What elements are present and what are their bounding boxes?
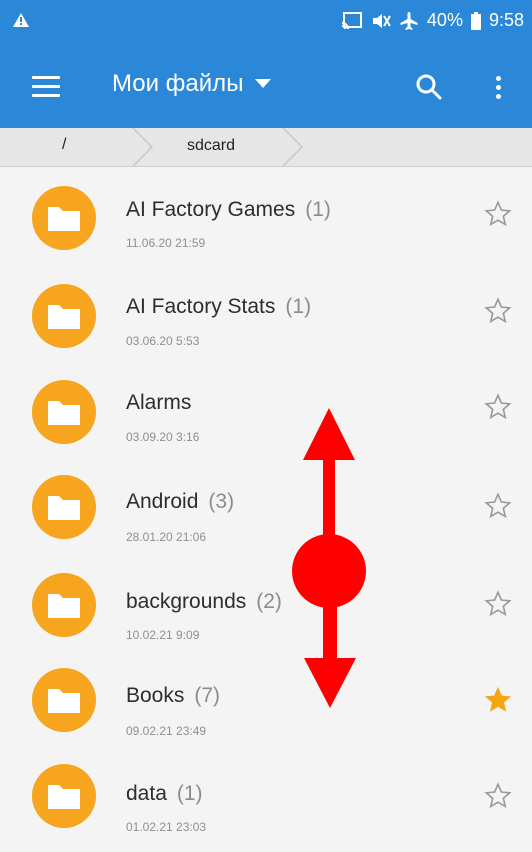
list-item[interactable]: AI Factory Stats (1) 03.06.20 5:53 (0, 266, 532, 362)
list-item[interactable]: Alarms 03.09.20 3:16 (0, 362, 532, 458)
file-date: 03.09.20 3:16 (126, 430, 200, 444)
status-bar: 40% 9:58 (0, 0, 532, 46)
file-name: data (1) (126, 782, 203, 805)
star-filled-icon[interactable] (484, 686, 512, 714)
list-item[interactable]: data (1) 01.02.21 23:03 (0, 746, 532, 842)
folder-icon (32, 573, 96, 637)
folder-icon (32, 284, 96, 348)
list-item[interactable]: backgrounds (2) 10.02.21 9:09 (0, 554, 532, 650)
app-title: Мои файлы (112, 70, 244, 97)
path-breadcrumb: / sdcard (0, 128, 532, 167)
file-name: Android (3) (126, 490, 235, 513)
status-time: 9:58 (488, 10, 524, 30)
file-name: backgrounds (2) (126, 590, 282, 613)
folder-icon (32, 764, 96, 828)
star-outline-icon[interactable] (484, 393, 512, 421)
folder-icon (32, 380, 96, 444)
star-outline-icon[interactable] (484, 200, 512, 228)
breadcrumb-separator-icon (132, 128, 154, 166)
more-vert-icon[interactable] (488, 72, 508, 102)
file-date: 03.06.20 5:53 (126, 334, 200, 348)
menu-icon[interactable] (32, 76, 62, 98)
list-item[interactable]: AI Factory Games (1) 11.06.20 21:59 (0, 170, 532, 266)
battery-icon (470, 11, 481, 30)
star-outline-icon[interactable] (484, 492, 512, 520)
file-name: AI Factory Stats (1) (126, 295, 312, 318)
folder-icon (32, 668, 96, 732)
breadcrumb-root[interactable]: / (62, 136, 66, 154)
warning-icon (13, 13, 29, 27)
mute-icon (372, 13, 391, 28)
title-dropdown[interactable]: Мои файлы (112, 70, 272, 98)
folder-icon (32, 475, 96, 539)
battery-percent: 40% (426, 10, 463, 30)
file-date: 11.06.20 21:59 (126, 236, 206, 250)
file-date: 01.02.21 23:03 (126, 820, 207, 834)
file-name: AI Factory Games (1) (126, 198, 331, 221)
star-outline-icon[interactable] (484, 782, 512, 810)
dropdown-arrow-icon (255, 79, 272, 88)
file-date: 09.02.21 23:49 (126, 724, 207, 738)
breadcrumb-separator-icon (282, 128, 304, 166)
list-item[interactable]: Books (7) 09.02.21 23:49 (0, 650, 532, 746)
airplane-icon (400, 11, 418, 30)
folder-icon (32, 186, 96, 250)
file-name: Alarms (126, 391, 192, 414)
star-outline-icon[interactable] (484, 297, 512, 325)
star-outline-icon[interactable] (484, 590, 512, 618)
list-item[interactable]: Android (3) 28.01.20 21:06 (0, 458, 532, 554)
file-name: Books (7) (126, 684, 221, 707)
app-bar: Мои файлы (0, 46, 532, 128)
search-icon[interactable] (414, 72, 444, 102)
file-date: 10.02.21 9:09 (126, 628, 200, 642)
file-date: 28.01.20 21:06 (126, 530, 207, 544)
cast-icon (341, 11, 362, 29)
breadcrumb-sdcard[interactable]: sdcard (187, 137, 235, 155)
